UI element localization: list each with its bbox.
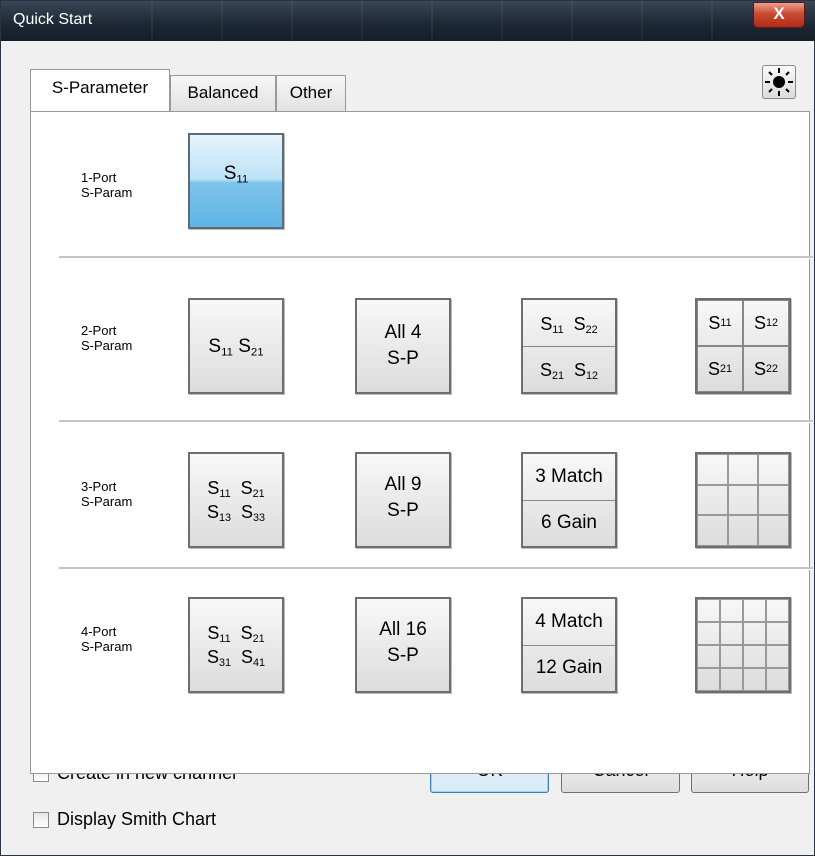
tile-3port-match-gain[interactable]: 3 Match 6 Gain — [521, 452, 617, 548]
tab-other[interactable]: Other — [276, 75, 346, 111]
tab-balanced-label: Balanced — [187, 83, 259, 102]
tile-text: S-P — [387, 500, 419, 521]
tile-2port-grid[interactable]: S 11 S 12 S 21 S 22 — [695, 298, 791, 394]
tile-4port-s-params[interactable]: S11 S21 S31 S41 — [188, 597, 284, 693]
grid-cell: S 12 — [743, 300, 789, 346]
tile-text: S13 S33 — [206, 502, 266, 525]
sun-icon — [765, 68, 793, 96]
tile-text: S21 S12 — [539, 360, 599, 383]
close-button[interactable]: X — [753, 2, 805, 28]
display-smith-chart-label: Display Smith Chart — [57, 809, 217, 829]
tab-s-parameter-label: S-Parameter — [51, 78, 149, 97]
tile-text: S11 S21 — [208, 336, 264, 359]
tile-grid: S 11 S 12 S 21 S 22 — [697, 300, 789, 392]
tile-divider — [523, 500, 615, 501]
tile-3port-grid[interactable] — [695, 452, 791, 548]
display-smith-chart-option[interactable]: Display Smith Chart — [33, 809, 216, 830]
tile-4port-grid[interactable] — [695, 597, 791, 693]
tile-2port-s11-s21[interactable]: S11 S21 — [188, 298, 284, 394]
tile-text: All 4 — [384, 322, 422, 343]
tile-text: S31 S41 — [206, 647, 266, 670]
grid-cell: S 21 — [697, 346, 743, 392]
close-icon: X — [773, 4, 785, 23]
row-label-line: 1-Port — [81, 170, 117, 185]
tile-4port-all16[interactable]: All 16 S-P — [355, 597, 451, 693]
window-title: Quick Start — [13, 11, 93, 28]
row-label-line: S-Param — [81, 639, 133, 654]
title-bar[interactable]: Quick Start X — [1, 1, 815, 41]
tile-text: All 16 — [379, 619, 427, 640]
tab-other-label: Other — [289, 83, 333, 102]
brightness-button[interactable] — [762, 65, 796, 99]
tile-text: S11 S21 — [207, 478, 265, 501]
row-label-line: S-Param — [81, 185, 133, 200]
tile-3port-s-params[interactable]: S11 S21 S13 S33 — [188, 452, 284, 548]
grid-3x3-icon — [697, 454, 789, 546]
row-label-4port: 4-Port S-Param — [81, 624, 132, 654]
row-label-line: S-Param — [81, 494, 133, 509]
tab-s-parameter[interactable]: S-Parameter — [30, 69, 170, 111]
tile-text: All 9 — [384, 474, 422, 495]
tile-text: 3 Match — [535, 466, 603, 487]
row-label-line: 4-Port — [81, 624, 117, 639]
row-label-line: 2-Port — [81, 323, 117, 338]
display-smith-chart-checkbox[interactable] — [33, 811, 49, 828]
row-separator — [59, 567, 813, 570]
tile-divider — [523, 346, 615, 347]
tile-4port-match-gain[interactable]: 4 Match 12 Gain — [521, 597, 617, 693]
tab-balanced[interactable]: Balanced — [170, 75, 276, 111]
row-label-line: 3-Port — [81, 479, 117, 494]
tile-s11[interactable]: S11 — [188, 133, 284, 229]
row-label-1port: 1-Port S-Param — [81, 170, 132, 200]
row-label-2port: 2-Port S-Param — [81, 323, 132, 353]
tile-text: S-P — [387, 348, 419, 369]
row-separator — [59, 256, 813, 259]
quick-start-dialog: Quick Start X S-Parameter Balanced Other — [0, 0, 815, 856]
tile-text: 6 Gain — [541, 512, 597, 533]
tile-2port-all4[interactable]: All 4 S-P — [355, 298, 451, 394]
tile-text: S11 — [223, 163, 249, 186]
dialog-client-area: S-Parameter Balanced Other 1-Port S-Para… — [9, 41, 813, 849]
tile-2port-split[interactable]: S11 S22 S21 S12 — [521, 298, 617, 394]
grid-4x4-icon — [697, 599, 789, 691]
tile-text: 4 Match — [535, 611, 603, 632]
tile-text: S11 S22 — [540, 314, 598, 337]
tile-text: S11 S21 — [207, 623, 265, 646]
tile-text: S-P — [387, 645, 419, 666]
tile-divider — [523, 645, 615, 646]
grid-cell: S 22 — [743, 346, 789, 392]
row-label-3port: 3-Port S-Param — [81, 479, 132, 509]
title-bar-decoration — [151, 1, 731, 41]
row-separator — [59, 420, 813, 423]
s-parameter-panel: 1-Port S-Param S11 2-Port S-Param S11 S2… — [30, 111, 813, 774]
tile-3port-all9[interactable]: All 9 S-P — [355, 452, 451, 548]
row-label-line: S-Param — [81, 338, 133, 353]
tile-text: 12 Gain — [535, 657, 603, 678]
grid-cell: S 11 — [697, 300, 743, 346]
